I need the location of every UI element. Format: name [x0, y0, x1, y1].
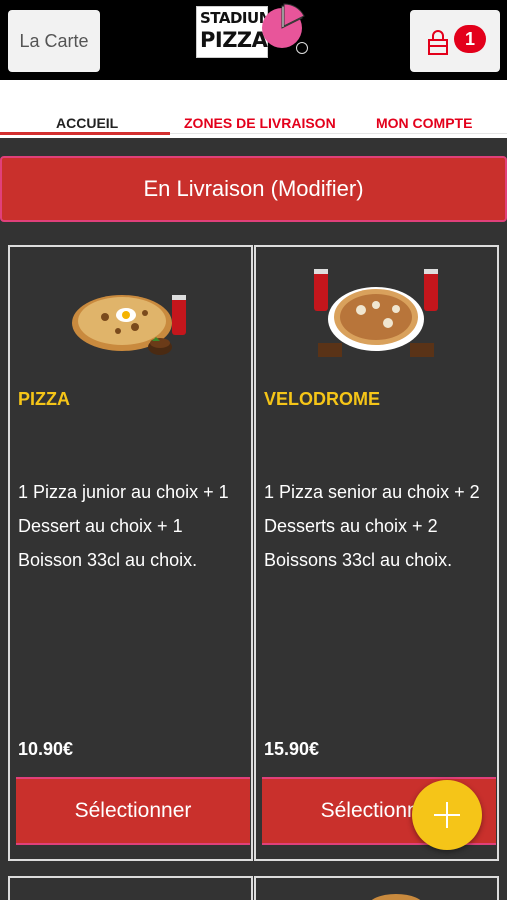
- floating-add-button[interactable]: [412, 780, 482, 850]
- menu-button[interactable]: La Carte: [8, 10, 100, 72]
- product-card: VELODROME 1 Pizza senior au choix + 2 De…: [254, 245, 499, 861]
- football-icon: [296, 42, 308, 54]
- stadium-pizza-logo[interactable]: STADIUM PIZZA: [196, 2, 314, 60]
- cart-count-badge: 1: [454, 25, 486, 53]
- product-image-velodrome-combo: [314, 269, 438, 357]
- app-header: La Carte STADIUM PIZZA 1: [0, 0, 507, 80]
- menu-button-label: La Carte: [19, 30, 89, 51]
- product-title: PIZZA: [18, 389, 70, 409]
- product-price: 10.90€: [18, 739, 74, 759]
- product-description: 1 Pizza senior au choix + 2 Desserts au …: [264, 482, 480, 570]
- cart-button[interactable]: 1: [410, 10, 500, 72]
- tab-mon-compte[interactable]: MON COMPTE: [376, 115, 472, 131]
- product-price: 15.90€: [264, 739, 320, 759]
- product-image-partial: [371, 894, 421, 900]
- tab-divider: [170, 133, 507, 134]
- app-screen: La Carte STADIUM PIZZA 1 ACCUEIL ZONES D…: [0, 0, 507, 900]
- plus-icon: [434, 802, 460, 828]
- product-image-pizza-combo: [72, 295, 186, 355]
- tab-zones-de-livraison[interactable]: ZONES DE LIVRAISON: [184, 115, 336, 131]
- product-card: PIZZA 1 Pizza junior au choix + 1 Desser…: [8, 245, 253, 861]
- product-title: VELODROME: [264, 389, 381, 409]
- tab-accueil[interactable]: ACCUEIL: [56, 115, 118, 131]
- delivery-mode-label: En Livraison (Modifier): [143, 176, 364, 201]
- nav-tabs: ACCUEIL ZONES DE LIVRAISON MON COMPTE: [0, 80, 507, 138]
- select-button[interactable]: Sélectionner: [16, 777, 250, 845]
- product-card-partial: [254, 876, 499, 900]
- select-button-label: Sélectionner: [74, 799, 192, 822]
- shopping-bag-icon: [428, 30, 448, 55]
- product-card-partial: [8, 876, 253, 900]
- delivery-mode-button[interactable]: En Livraison (Modifier): [0, 156, 507, 222]
- product-description: 1 Pizza junior au choix + 1 Dessert au c…: [18, 482, 229, 570]
- active-tab-indicator: [0, 132, 170, 135]
